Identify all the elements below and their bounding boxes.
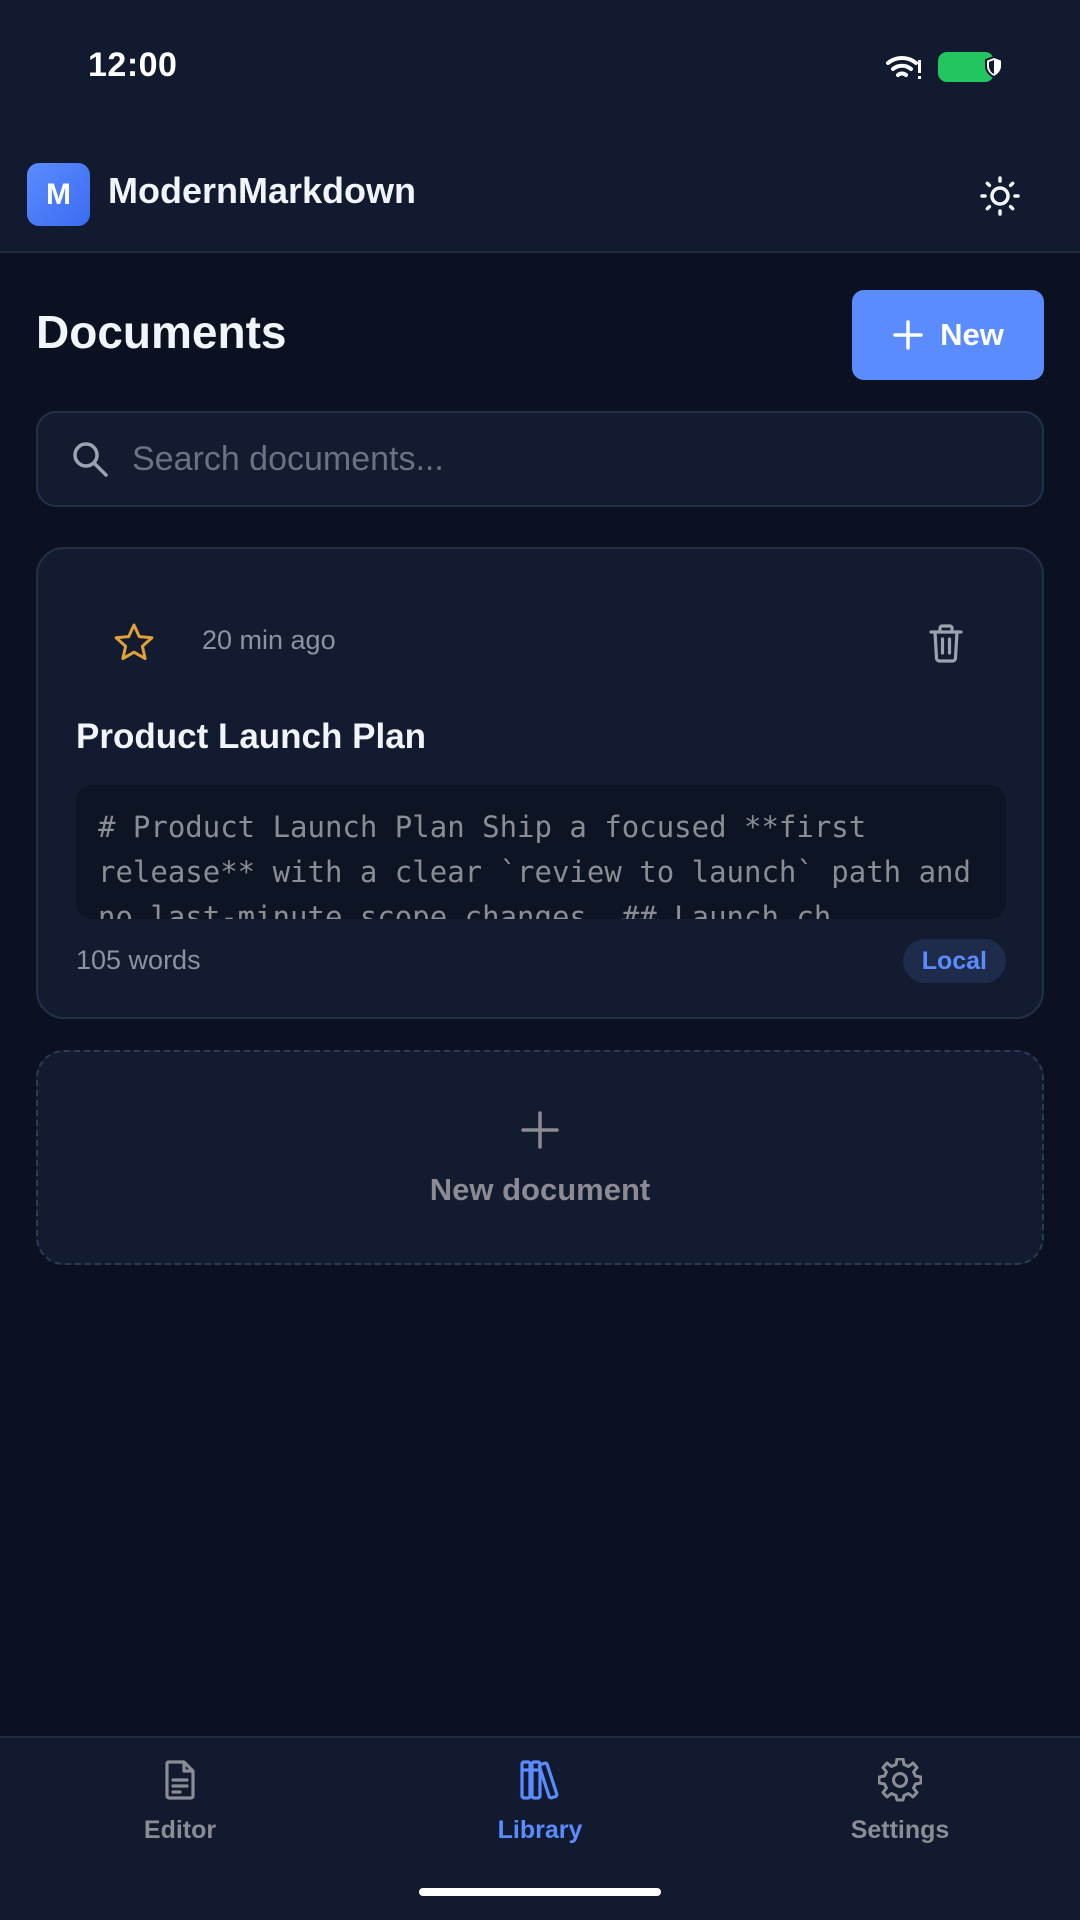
document-title: Product Launch Plan (76, 717, 427, 756)
trash-icon (929, 624, 963, 663)
search-icon (73, 442, 108, 477)
wifi-icon (886, 55, 921, 79)
home-indicator (419, 1888, 661, 1896)
search-input[interactable] (132, 431, 1012, 487)
nav-item-settings[interactable]: Settings (800, 1758, 1000, 1858)
search-box (36, 411, 1044, 507)
plus-icon (893, 320, 923, 350)
battery-icon (938, 52, 1003, 82)
favorite-button[interactable] (106, 615, 162, 671)
delete-button[interactable] (918, 615, 974, 671)
nav-label-editor: Editor (143, 1816, 217, 1844)
new-document-card[interactable]: New document (36, 1050, 1044, 1265)
nav-item-library[interactable]: Library (440, 1758, 640, 1858)
gear-icon (878, 1758, 922, 1802)
screen: 12:00 M ModernMarkdown Documents New Sea… (0, 0, 1080, 1920)
file-text-icon (165, 1760, 195, 1800)
new-document-button[interactable]: New (852, 290, 1044, 380)
shield-icon (985, 55, 1003, 79)
document-timestamp: 20 min ago (202, 625, 336, 655)
status-icons (884, 52, 1003, 82)
nav-item-editor[interactable]: Editor (80, 1758, 280, 1858)
app-title: ModernMarkdown (108, 170, 417, 211)
document-card[interactable]: 20 min ago Product Launch Plan # Product… (36, 547, 1044, 1019)
new-document-label: New document (429, 1172, 651, 1207)
nav-label-library: Library (497, 1816, 583, 1844)
storage-badge: Local (902, 939, 1006, 983)
nav-label-settings: Settings (850, 1816, 950, 1844)
status-time: 12:00 (88, 46, 178, 84)
sun-icon (980, 176, 1020, 216)
page-title: Documents (36, 306, 287, 358)
status-bar: 12:00 (0, 0, 1080, 136)
app-logo: M (27, 163, 90, 226)
document-preview: # Product Launch Plan Ship a focused **f… (76, 785, 1006, 919)
library-icon (520, 1760, 559, 1800)
theme-toggle-button[interactable] (972, 168, 1028, 224)
word-count: 105 words (76, 945, 201, 975)
app-header: M ModernMarkdown (0, 136, 1080, 253)
new-button-label: New (940, 317, 1004, 352)
plus-icon (521, 1111, 559, 1149)
star-icon (114, 623, 154, 661)
